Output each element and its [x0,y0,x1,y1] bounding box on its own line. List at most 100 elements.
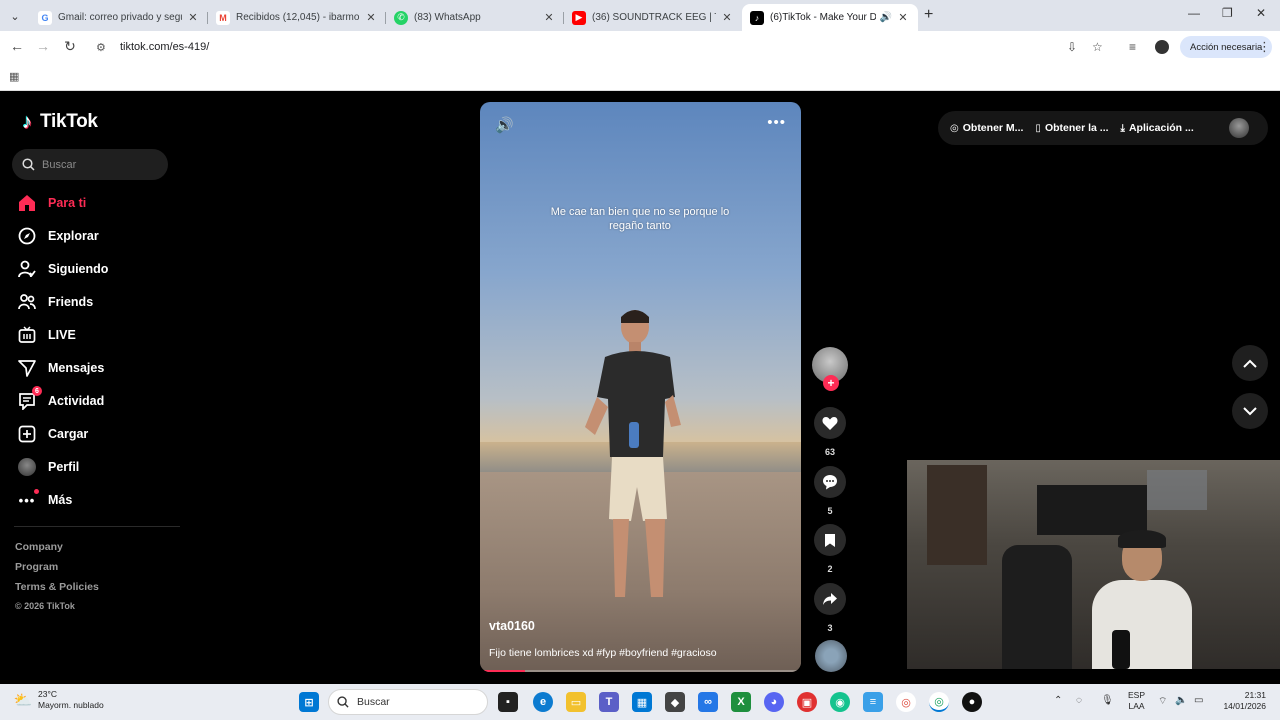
restore-button[interactable]: ❐ [1222,6,1233,20]
install-app-icon[interactable]: ⇩ [1067,40,1077,54]
clock-time: 21:31 [1244,690,1266,700]
browser-menu-icon[interactable]: ⋮ [1258,39,1271,55]
teams-icon[interactable]: T [599,692,619,712]
wifi-icon[interactable]: ⌔ [1158,695,1167,708]
nav-mensajes[interactable]: Mensajes [18,355,104,381]
heart-icon[interactable] [814,407,846,439]
close-tab-icon[interactable]: ✕ [364,11,378,24]
nav-siguiendo[interactable]: Siguiendo [18,256,108,282]
video-more-options-icon[interactable]: ••• [767,114,786,131]
windows-start-icon[interactable]: ⊞ [299,692,319,712]
speaker-icon[interactable]: 🔈 [1175,695,1187,706]
nav-explorar[interactable]: Explorar [18,223,99,249]
nav-para-ti[interactable]: Para ti [18,190,86,216]
comment-action[interactable]: 5 [813,466,847,516]
nav-mas[interactable]: ••• Más [18,487,72,513]
tab-title: Gmail: correo privado y seguro [58,12,182,23]
footer-program-link[interactable]: Program [15,561,58,573]
app-red-icon[interactable]: ▣ [797,692,817,712]
tab-search-button[interactable]: ⌄ [6,7,24,25]
user-avatar[interactable] [1229,118,1249,138]
system-clock[interactable]: 21:31 14/01/2026 [1218,690,1266,712]
follow-plus-icon[interactable]: + [823,375,839,391]
close-tab-icon[interactable]: ✕ [720,11,734,24]
media-controls-icon[interactable]: ≡ [1129,40,1136,54]
music-disc-icon[interactable] [815,640,847,672]
save-action[interactable]: 2 [813,524,847,574]
app-green-icon[interactable]: ◉ [830,692,850,712]
tab-youtube[interactable]: ▶ (36) SOUNDTRACK EEG | TROM ✕ [564,4,742,31]
creator-avatar-group[interactable]: + [812,347,848,391]
xbox-icon[interactable]: X [731,692,751,712]
address-bar[interactable]: ⚙ tiktok.com/es-419/ [90,35,1115,59]
close-tab-icon[interactable]: ✕ [186,11,200,24]
apps-grid-icon[interactable]: ▦ [9,70,19,83]
tiktok-logo[interactable]: ♪ TikTok [18,111,98,133]
tab-tiktok[interactable]: ♪ (6)TikTok - Make Your Day 🔊 ✕ [742,4,918,31]
previous-video-button[interactable] [1232,345,1268,381]
tray-overflow-icon[interactable]: ⌃ [1054,695,1062,706]
microphone-icon[interactable]: 🎙 [1101,695,1114,706]
volume-icon[interactable]: 🔊 [495,116,514,134]
share-count: 3 [827,623,833,633]
video-player[interactable]: 🔊 ••• Me cae tan bien que no se porque l… [480,102,801,672]
shield-icon[interactable]: ◆ [665,692,685,712]
search-input[interactable]: Buscar [12,149,168,180]
visual-studio-icon[interactable]: ∞ [698,692,718,712]
forward-button[interactable]: → [34,38,52,54]
clock-date: 14/01/2026 [1223,701,1266,711]
bookmark-star-icon[interactable]: ☆ [1092,40,1103,54]
file-explorer-icon[interactable]: ▭ [566,692,586,712]
nav-label: Siguiendo [48,262,109,276]
footer-copyright: © 2026 TikTok [15,601,75,611]
new-tab-button[interactable]: + [924,6,933,24]
battery-icon[interactable]: ▭ [1194,695,1203,706]
notepad-icon[interactable]: ≡ [863,692,883,712]
get-app-button[interactable]: ▯ Obtener la ... [1035,122,1108,134]
bookmark-icon[interactable] [814,524,846,556]
nav-cargar[interactable]: Cargar [18,421,88,447]
like-action[interactable]: 63 [813,407,847,457]
reload-button[interactable]: ↻ [61,38,79,55]
nav-live[interactable]: LIVE [18,322,76,348]
tab-audio-icon[interactable]: 🔊 [880,12,892,23]
video-progress-bar[interactable] [480,670,801,672]
tab-gmail-recibidos[interactable]: M Recibidos (12,045) - ibarmoren ✕ [208,4,386,31]
tab-gmail-privado[interactable]: G Gmail: correo privado y seguro ✕ [30,4,208,31]
store-icon[interactable]: ▦ [632,692,652,712]
task-view-icon[interactable]: ▪ [498,692,518,712]
nav-perfil[interactable]: Perfil [18,454,79,480]
tab-whatsapp[interactable]: ✆ (83) WhatsApp ✕ [386,4,564,31]
minimize-button[interactable]: — [1188,6,1200,20]
close-tab-icon[interactable]: ✕ [896,11,910,24]
webcam-monitor [1037,485,1147,535]
get-coins-button[interactable]: ◎ Obtener M... [950,122,1023,134]
next-video-button[interactable] [1232,393,1268,429]
video-username[interactable]: vta0160 [489,619,535,633]
footer-company-link[interactable]: Company [15,541,63,553]
obs-icon[interactable]: ● [962,692,982,712]
comment-icon[interactable] [814,466,846,498]
nav-label: Friends [48,295,94,309]
language-indicator[interactable]: ESP LAA [1128,690,1145,712]
nav-friends[interactable]: Friends [18,289,93,315]
profile-avatar[interactable] [1155,40,1169,54]
taskbar-search-input[interactable]: Buscar [328,689,488,715]
back-button[interactable]: ← [8,38,26,54]
logo-text: TikTok [40,111,98,132]
video-description[interactable]: Fijo tiene lombrices xd #fyp #boyfriend … [489,647,717,659]
footer-terms-link[interactable]: Terms & Policies [15,581,99,593]
share-action[interactable]: 3 [813,583,847,633]
tray-app-icon[interactable]: ◌ [1076,695,1082,706]
chrome-icon[interactable]: ◎ [896,692,916,712]
chrome-profile-icon[interactable]: ◎ [929,692,949,712]
close-window-button[interactable]: ✕ [1256,6,1266,20]
desktop-app-button[interactable]: ⤓ Aplicación ... [1121,122,1194,134]
discord-icon[interactable]: ◕ [764,692,784,712]
site-info-icon[interactable]: ⚙ [96,41,110,54]
share-icon[interactable] [814,583,846,615]
weather-widget[interactable]: ⛅ 23°C Mayorm. nublado [12,689,104,711]
nav-actividad[interactable]: 6 Actividad [18,386,104,414]
edge-icon[interactable]: e [533,692,553,712]
close-tab-icon[interactable]: ✕ [542,11,556,24]
